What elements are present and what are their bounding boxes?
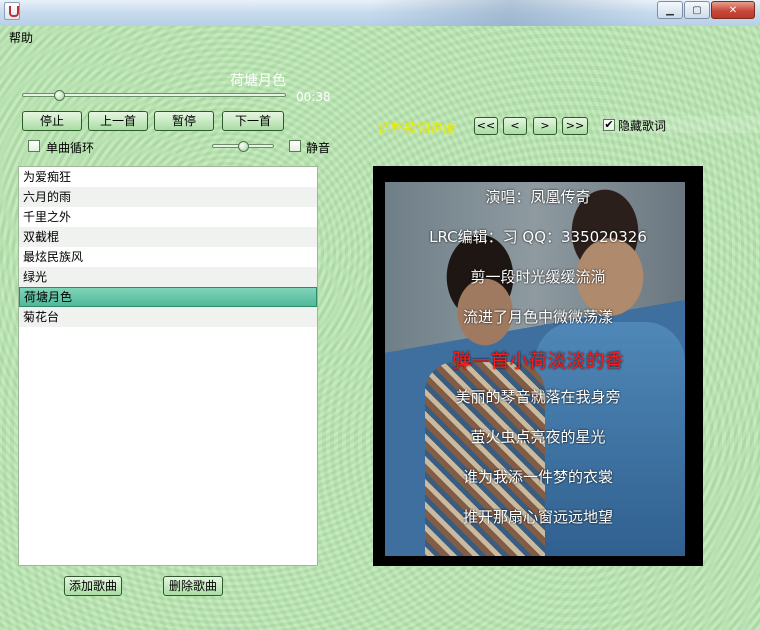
lyric-adjust-label: 调整歌词进度	[378, 122, 457, 137]
lyric-line: 谁为我添一件梦的衣裳	[462, 468, 613, 486]
volume-slider-thumb[interactable]	[238, 141, 249, 152]
title-bar-shade	[370, 0, 650, 26]
progress-slider-thumb[interactable]	[53, 90, 65, 101]
lyric-line: 剪一段时光缓缓流淌	[470, 268, 606, 286]
playlist-item[interactable]: 六月的雨	[19, 187, 317, 207]
minimize-icon: ▁	[666, 4, 674, 16]
lyric-panel: 演唱：凤凰传奇 LRC编辑：习 QQ：335020326 剪一段时光缓缓流淌 流进了月…	[373, 166, 703, 566]
lyric-line: 推开那扇心窗远远地望	[462, 508, 613, 526]
mute-label: 静音	[306, 141, 331, 155]
lyric-line-current: 弹一首小荷淡淡的香	[452, 350, 624, 372]
single-loop-label: 单曲循环	[46, 141, 95, 155]
title-bar: ▁ ▢ ✕	[0, 0, 760, 26]
maximize-button[interactable]: ▢	[684, 1, 710, 19]
playlist-item[interactable]: 荷塘月色	[19, 287, 317, 307]
close-icon: ✕	[728, 4, 738, 16]
java-app-icon	[4, 2, 20, 20]
menu-help[interactable]: 帮助	[9, 29, 33, 46]
playlist[interactable]: 为爱痴狂 六月的雨 千里之外 双截棍 最炫民族风 绿光 荷塘月色 菊花台	[18, 166, 318, 566]
next-song-button[interactable]: 下一首	[222, 111, 284, 131]
lyric-rewind-button[interactable]: <	[503, 117, 527, 135]
playlist-item[interactable]: 双截棍	[19, 227, 317, 247]
mute-checkbox[interactable]	[289, 140, 301, 152]
delete-song-button[interactable]: 删除歌曲	[163, 576, 223, 596]
stop-button[interactable]: 停止	[22, 111, 82, 131]
playlist-item[interactable]: 绿光	[19, 267, 317, 287]
lyric-line: 流进了月色中微微荡漾	[462, 308, 613, 326]
playlist-item[interactable]: 最炫民族风	[19, 247, 317, 267]
maximize-icon: ▢	[692, 4, 702, 16]
lyric-forward-fast-button[interactable]: >>	[562, 117, 588, 135]
playlist-item[interactable]: 千里之外	[19, 207, 317, 227]
playlist-item[interactable]: 菊花台	[19, 307, 317, 327]
lyric-rewind-fast-button[interactable]: <<	[474, 117, 498, 135]
lyric-forward-button[interactable]: >	[533, 117, 557, 135]
hide-lyrics-label: 隐藏歌词	[618, 119, 667, 133]
song-title: 荷塘月色	[230, 73, 286, 89]
single-loop-checkbox[interactable]	[28, 140, 40, 152]
add-song-button[interactable]: 添加歌曲	[64, 576, 122, 596]
minimize-button[interactable]: ▁	[657, 1, 683, 19]
lyric-line: LRC编辑：习 QQ：335020326	[429, 228, 647, 246]
playlist-item[interactable]: 为爱痴狂	[19, 167, 317, 187]
hide-lyrics-checkbox[interactable]: ✔	[603, 119, 615, 131]
lyric-line: 美丽的琴音就落在我身旁	[455, 388, 621, 406]
lyric-line: 萤火虫点亮夜的星光	[470, 428, 606, 446]
previous-song-button[interactable]: 上一首	[88, 111, 148, 131]
elapsed-time: 00:38	[296, 90, 331, 104]
close-button[interactable]: ✕	[711, 1, 755, 19]
pause-button[interactable]: 暂停	[154, 111, 214, 131]
lyric-line: 演唱：凤凰传奇	[485, 188, 591, 206]
